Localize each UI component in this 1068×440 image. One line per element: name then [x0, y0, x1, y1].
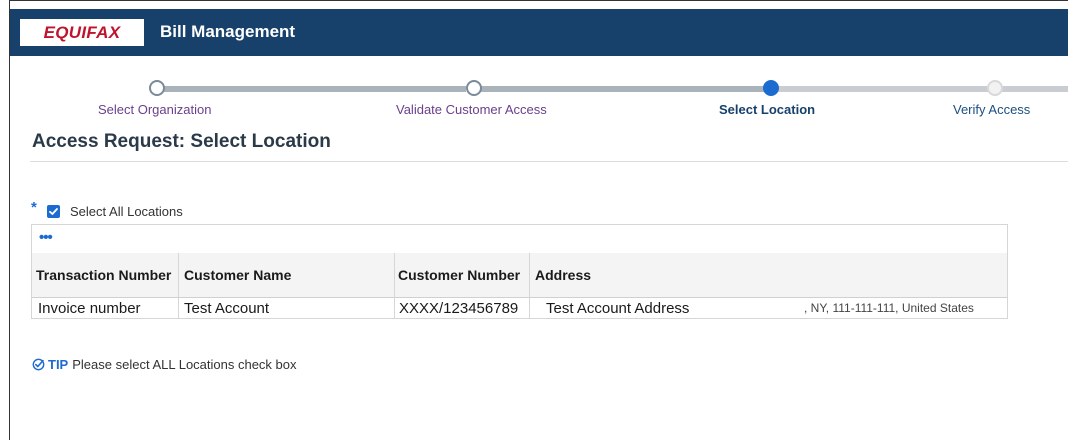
select-all-label[interactable]: Select All Locations [70, 204, 183, 219]
train-connector-3 [778, 86, 1068, 92]
tip-text: Please select ALL Locations check box [72, 357, 297, 372]
select-all-checkbox[interactable] [47, 205, 60, 218]
step-label-select-location: Select Location [719, 102, 816, 117]
logo-text: EQUIFAX [43, 22, 121, 42]
page-title: Access Request: Select Location [32, 131, 331, 152]
step-label-select-organization[interactable]: Select Organization [98, 102, 211, 117]
column-header-address[interactable]: Address [529, 253, 1007, 297]
step-label-validate-customer-access[interactable]: Validate Customer Access [396, 102, 547, 117]
window-frame [9, 0, 1068, 440]
step-dot-select-location [763, 80, 779, 96]
column-header-transaction-number[interactable]: Transaction Number [32, 253, 178, 297]
required-marker: * [31, 199, 37, 216]
cell-transaction-number: Invoice number [38, 299, 141, 317]
train-connector-2 [474, 86, 766, 92]
step-label-verify-access: Verify Access [953, 102, 1031, 117]
cell-address-tail: , NY, 111-111-111, United States [804, 301, 974, 315]
more-options-icon[interactable]: ••• [39, 229, 53, 246]
equifax-logo[interactable]: EQUIFAX [20, 19, 144, 46]
step-dot-select-organization[interactable] [149, 80, 165, 96]
app-title: Bill Management [160, 22, 296, 41]
cell-customer-name: Test Account [184, 299, 270, 317]
cell-customer-number: XXXX/123456789 [399, 299, 519, 317]
step-dot-validate-customer-access[interactable] [466, 80, 482, 96]
locations-table: ••• Transaction Number Customer Name Cus… [31, 224, 1008, 319]
column-header-customer-name[interactable]: Customer Name [178, 253, 394, 297]
train-connector-1 [156, 86, 466, 92]
app-header: EQUIFAX Bill Management [10, 9, 1068, 56]
table-row[interactable]: Invoice number Test Account XXXX/1234567… [32, 297, 1007, 319]
step-dot-verify-access [987, 80, 1003, 96]
table-toolbar: ••• [32, 225, 1007, 254]
check-badge-icon [32, 358, 45, 371]
cell-address-line: Test Account Address [546, 299, 690, 317]
tip-label: TIP [48, 357, 69, 372]
tip-message: TIP Please select ALL Locations check bo… [32, 357, 297, 372]
checkmark-icon [49, 208, 58, 215]
column-header-customer-number[interactable]: Customer Number [394, 253, 529, 297]
title-divider [30, 161, 1068, 162]
